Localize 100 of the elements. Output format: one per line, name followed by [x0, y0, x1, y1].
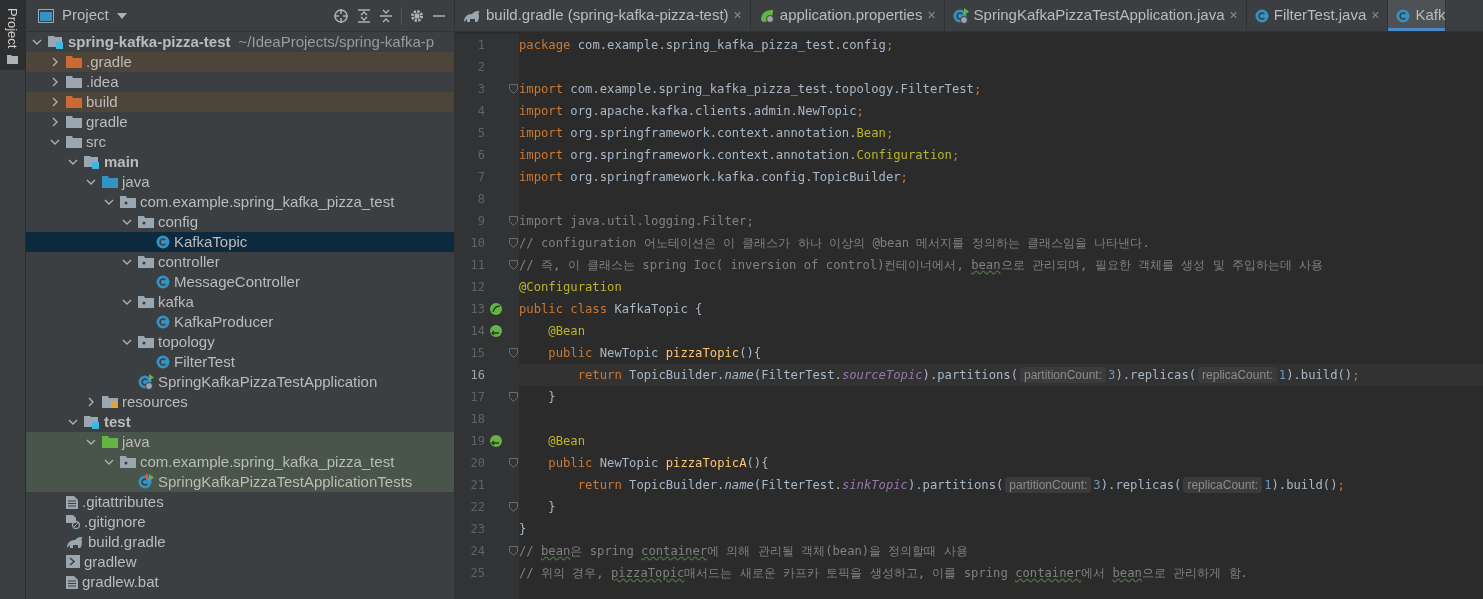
class-icon: [156, 275, 170, 289]
tree-row[interactable]: build.gradle: [26, 532, 454, 552]
fold-icon[interactable]: [508, 84, 518, 94]
tree-label: gradlew: [84, 551, 137, 572]
package-icon: [120, 455, 136, 469]
leaf-icon: [758, 7, 775, 24]
fold-icon[interactable]: [508, 546, 518, 556]
tree-row[interactable]: java: [26, 172, 454, 192]
tree-label: spring-kafka-pizza-test: [68, 31, 231, 52]
close-button[interactable]: ×: [1229, 5, 1238, 26]
tree-row[interactable]: test: [26, 412, 454, 432]
chevron-down-icon[interactable]: [122, 218, 132, 226]
editor-tab[interactable]: application.properties ×: [750, 0, 945, 31]
tree-label: src: [86, 131, 106, 152]
chevron-down-icon[interactable]: [68, 158, 78, 166]
code-line: import org.apache.kafka.clients.admin.NewTopic;: [519, 103, 865, 120]
folder-icon: [66, 55, 82, 69]
chevron-down-icon[interactable]: [104, 198, 114, 206]
tree-row[interactable]: .gitignore: [26, 512, 454, 532]
tree-row[interactable]: KafkaTopic: [26, 232, 454, 252]
tree-row[interactable]: MessageController: [26, 272, 454, 292]
code-line: import org.springframework.context.annotation.Configuration;: [519, 147, 961, 164]
editor-tab[interactable]: build.gradle (spring-kafka-pizza-test) ×: [455, 0, 751, 31]
fold-icon[interactable]: [508, 348, 518, 358]
tree-row[interactable]: resources: [26, 392, 454, 412]
chevron-right-icon[interactable]: [51, 57, 59, 67]
chevron-down-icon[interactable]: [104, 458, 114, 466]
tree-row[interactable]: SpringKafkaPizzaTestApplication: [26, 372, 454, 392]
ignore-file-icon: [66, 515, 80, 529]
tree-label: kafka: [158, 291, 194, 312]
tree-label: controller: [158, 251, 220, 272]
tree-row[interactable]: com.example.spring_kafka_pizza_test: [26, 452, 454, 472]
folder-icon: [102, 175, 118, 189]
fold-icon[interactable]: [508, 260, 518, 270]
code-line: return TopicBuilder.name(FilterTest.sinkTopic).partitions( partitionCount: 3).replicas( replicaCount: 1).build();: [576, 476, 1346, 495]
chevron-down-icon[interactable]: [86, 178, 96, 186]
tree-label: .gitattributes: [82, 491, 164, 512]
tree-row[interactable]: FilterTest: [26, 352, 454, 372]
close-button[interactable]: ×: [733, 5, 742, 26]
chevron-down-icon[interactable]: [32, 38, 42, 46]
tree-row[interactable]: build: [26, 92, 454, 112]
tree-row[interactable]: gradlew.bat: [26, 572, 454, 592]
fold-icon[interactable]: [508, 392, 518, 402]
bean-icon[interactable]: [489, 434, 503, 448]
chevron-down-icon[interactable]: [86, 438, 96, 446]
tree-row[interactable]: java: [26, 432, 454, 452]
tree-row[interactable]: KafkaProducer: [26, 312, 454, 332]
project-path: ~/IdeaProjects/spring-kafka-p: [238, 31, 435, 52]
tree-label: .gradle: [86, 51, 132, 72]
fold-icon[interactable]: [508, 502, 518, 512]
tool-window-tab[interactable]: Project: [0, 0, 25, 71]
tree-row[interactable]: SpringKafkaPizzaTestApplicationTests: [26, 472, 454, 492]
tree-row[interactable]: .gradle: [26, 52, 454, 72]
bean-icon[interactable]: [489, 324, 503, 338]
panel-title[interactable]: Project: [62, 4, 109, 27]
expand-all-icon[interactable]: [357, 8, 371, 23]
tree-row[interactable]: kafka: [26, 292, 454, 312]
tree-row[interactable]: src: [26, 132, 454, 152]
close-button[interactable]: ×: [927, 5, 936, 26]
code-line: import com.example.spring_kafka_pizza_test.topology.FilterTest;: [519, 81, 983, 98]
fold-icon[interactable]: [508, 216, 518, 226]
chevron-down-icon[interactable]: [122, 338, 132, 346]
chevron-right-icon[interactable]: [51, 97, 59, 107]
tree-row[interactable]: gradlew: [26, 552, 454, 572]
fold-icon[interactable]: [508, 238, 518, 248]
tab-label: FilterTest.java: [1273, 5, 1367, 26]
settings-icon[interactable]: [410, 8, 424, 23]
tree-row[interactable]: config: [26, 212, 454, 232]
fold-icon[interactable]: [508, 458, 518, 468]
test-class-icon: [138, 474, 154, 490]
tree-row[interactable]: .idea: [26, 72, 454, 92]
window-icon: [38, 8, 54, 23]
tree-row[interactable]: main: [26, 152, 454, 172]
chevron-right-icon[interactable]: [51, 117, 59, 127]
tree-label: test: [104, 411, 131, 432]
class-icon: [156, 315, 170, 329]
tree-row[interactable]: .gitattributes: [26, 492, 454, 512]
tree-row[interactable]: com.example.spring_kafka_pizza_test: [26, 192, 454, 212]
editor-tab[interactable]: SpringKafkaPizzaTestApplication.java ×: [944, 0, 1247, 31]
tree-row[interactable]: gradle: [26, 112, 454, 132]
folder-icon: [66, 75, 82, 89]
tree-row[interactable]: spring-kafka-pizza-test ~/IdeaProjects/spring-kafka-p: [26, 32, 454, 52]
code-line: import org.springframework.context.annotation.Bean;: [519, 125, 895, 142]
dropdown-caret-icon[interactable]: [116, 12, 127, 19]
code-line: // bean은 spring container에 의해 관리될 객체(bean)을 정의할때 사용: [519, 543, 969, 560]
chevron-down-icon[interactable]: [68, 418, 78, 426]
crosshair-icon[interactable]: [333, 7, 349, 24]
bean-icon[interactable]: [489, 302, 503, 316]
collapse-all-icon[interactable]: [379, 8, 393, 23]
chevron-down-icon[interactable]: [122, 258, 132, 266]
tree-row[interactable]: topology: [26, 332, 454, 352]
chevron-down-icon[interactable]: [50, 138, 60, 146]
editor-tab[interactable]: Kafk: [1388, 0, 1447, 31]
code-line: // configuration 어노테이션은 이 클래스가 하나 이상의 @bean 메서지를 정의하는 클래스임을 나타낸다.: [519, 235, 1151, 252]
chevron-right-icon[interactable]: [87, 397, 95, 407]
code-line: public NewTopic pizzaTopicA(){: [547, 455, 770, 472]
close-button[interactable]: ×: [1371, 5, 1380, 26]
chevron-right-icon[interactable]: [51, 77, 59, 87]
tree-row[interactable]: controller: [26, 252, 454, 272]
chevron-down-icon[interactable]: [122, 298, 132, 306]
